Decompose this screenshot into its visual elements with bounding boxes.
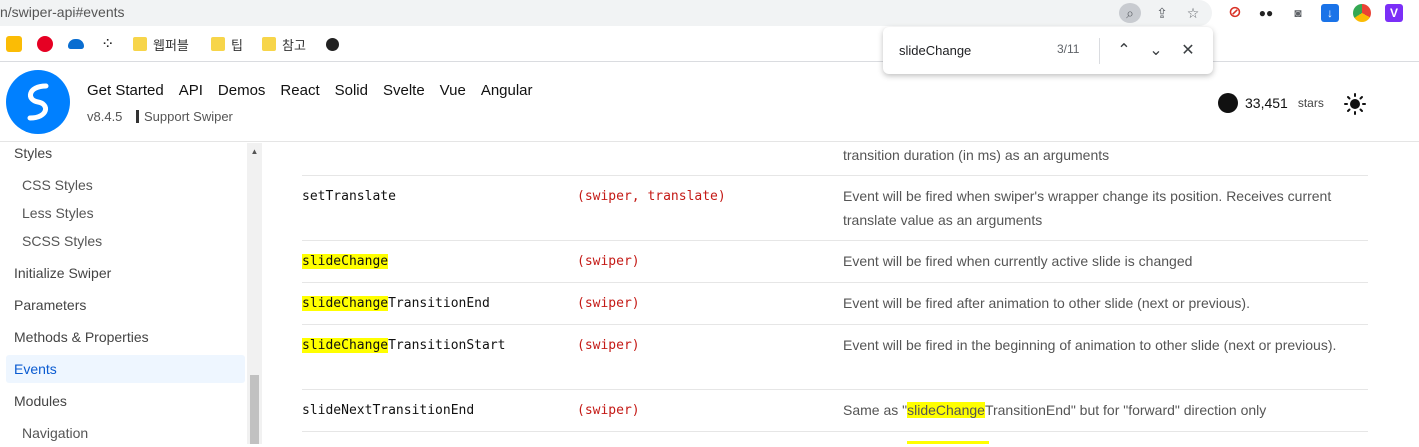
share-icon[interactable]: ⇪ bbox=[1151, 3, 1173, 23]
find-bar: 3/11 ⌃ ⌄ ✕ bbox=[883, 27, 1213, 74]
event-args: (swiper) bbox=[577, 403, 640, 418]
block-extension-icon[interactable]: ⊘ bbox=[1226, 4, 1244, 22]
chevron-up-icon: ⌃ bbox=[1117, 42, 1131, 59]
event-name: slideChangeTransitionStart bbox=[302, 338, 506, 353]
main-nav: Get Started API Demos React Solid Svelte… bbox=[87, 82, 533, 99]
search-highlight: slideChange bbox=[302, 296, 389, 311]
event-name: slideNextTransitionEnd bbox=[302, 403, 475, 418]
find-input[interactable] bbox=[899, 39, 1039, 61]
sidebar-item-styles[interactable]: Styles bbox=[6, 139, 245, 167]
event-description: Same as "slideChangeTransitionEnd" but f… bbox=[843, 402, 1267, 418]
event-args: (swiper, translate) bbox=[577, 189, 726, 204]
nav-vue[interactable]: Vue bbox=[440, 82, 466, 99]
event-name: setTranslate bbox=[302, 189, 396, 204]
theme-toggle-sun-icon[interactable] bbox=[1344, 93, 1366, 115]
event-name: slideChangeTransitionEnd bbox=[302, 296, 490, 311]
event-description: Event will be fired when swiper's wrappe… bbox=[843, 188, 1332, 228]
camera-extension-icon[interactable]: ◙ bbox=[1289, 4, 1307, 22]
folder-icon bbox=[133, 37, 147, 51]
browser-toolbar: n/swiper-api#events ⌕ ⇪ ☆ ⊘ ●● ◙ ↓ V bbox=[0, 0, 1419, 26]
bookmark-folder-1[interactable]: 웹퍼블 bbox=[133, 35, 189, 53]
find-in-page-icon[interactable]: ⌕ bbox=[1119, 3, 1141, 23]
site-header: Get Started API Demos React Solid Svelte… bbox=[0, 62, 1419, 142]
bookmark-pinterest[interactable] bbox=[37, 35, 59, 53]
folder-icon bbox=[211, 37, 225, 51]
find-close-button[interactable]: ✕ bbox=[1176, 39, 1200, 63]
close-icon: ✕ bbox=[1181, 42, 1195, 59]
search-highlight: slideChange bbox=[302, 338, 389, 353]
event-args: (swiper) bbox=[577, 338, 640, 353]
chrome-extension-icon[interactable] bbox=[1353, 4, 1371, 22]
event-description: Event will be fired after animation to o… bbox=[843, 295, 1250, 311]
sidebar-item-parameters[interactable]: Parameters bbox=[6, 291, 245, 319]
bookmark-globe[interactable] bbox=[326, 35, 345, 53]
bookmark-star-icon[interactable]: ☆ bbox=[1182, 3, 1204, 23]
sidebar-item-events[interactable]: Events bbox=[6, 355, 245, 383]
folder-icon bbox=[262, 37, 276, 51]
nav-demos[interactable]: Demos bbox=[218, 82, 266, 99]
sidebar-item-navigation[interactable]: Navigation bbox=[6, 419, 245, 447]
patreon-icon bbox=[136, 110, 139, 123]
dots-icon: ⁘ bbox=[101, 36, 115, 53]
bookmark-dots[interactable]: ⁘ bbox=[101, 35, 114, 53]
support-link[interactable]: Support Swiper bbox=[136, 109, 233, 124]
event-description: Event will be fired when currently activ… bbox=[843, 253, 1193, 269]
find-divider bbox=[1099, 38, 1100, 64]
sidebar-item-scss-styles[interactable]: SCSS Styles bbox=[6, 227, 245, 255]
swiper-logo-icon bbox=[27, 83, 49, 121]
mask-extension-icon[interactable]: ●● bbox=[1257, 4, 1275, 22]
table-row: transition duration (in ms) as an argume… bbox=[302, 143, 1368, 176]
table-row bbox=[302, 432, 1368, 444]
find-prev-button[interactable]: ⌃ bbox=[1112, 39, 1136, 63]
github-stars-label: stars bbox=[1297, 96, 1324, 110]
find-match-count: 3/11 bbox=[1057, 42, 1080, 56]
url-text[interactable]: n/swiper-api#events bbox=[0, 4, 125, 20]
event-description: Event will be fired in the beginning of … bbox=[843, 337, 1337, 353]
table-row: setTranslate (swiper, translate) Event w… bbox=[302, 176, 1368, 241]
bookmark-keep[interactable] bbox=[6, 35, 28, 53]
chevron-down-icon: ⌄ bbox=[1149, 42, 1163, 59]
nav-get-started[interactable]: Get Started bbox=[87, 82, 164, 99]
github-link[interactable]: 33,451 stars bbox=[1218, 93, 1324, 113]
sidebar-item-initialize-swiper[interactable]: Initialize Swiper bbox=[6, 259, 245, 287]
github-icon bbox=[1218, 93, 1238, 113]
bookmark-folder-2[interactable]: 팁 bbox=[211, 35, 243, 53]
swiper-logo[interactable] bbox=[6, 70, 70, 134]
table-row: slideChangeTransitionEnd (swiper) Event … bbox=[302, 283, 1368, 325]
address-bar[interactable] bbox=[0, 0, 1212, 26]
event-args: (swiper) bbox=[577, 296, 640, 311]
event-name: slideChange bbox=[302, 254, 389, 269]
table-row: slideChangeTransitionStart (swiper) Even… bbox=[302, 325, 1368, 390]
sidebar: Styles CSS Styles Less Styles SCSS Style… bbox=[0, 143, 262, 444]
sidebar-item-css-styles[interactable]: CSS Styles bbox=[6, 171, 245, 199]
download-extension-icon[interactable]: ↓ bbox=[1321, 4, 1339, 22]
sidebar-item-modules[interactable]: Modules bbox=[6, 387, 245, 415]
search-highlight: slideChange bbox=[907, 402, 985, 418]
event-description: transition duration (in ms) as an argume… bbox=[843, 147, 1110, 163]
sidebar-scroll-thumb[interactable] bbox=[250, 375, 259, 444]
table-row: slideNextTransitionEnd (swiper) Same as … bbox=[302, 390, 1368, 432]
event-args: (swiper) bbox=[577, 254, 640, 269]
nav-react[interactable]: React bbox=[280, 82, 319, 99]
keep-icon bbox=[6, 36, 22, 52]
sidebar-item-methods-properties[interactable]: Methods & Properties bbox=[6, 323, 245, 351]
bookmark-onedrive[interactable] bbox=[68, 35, 90, 53]
cloud-icon bbox=[68, 39, 84, 49]
github-count: 33,451 bbox=[1245, 95, 1288, 111]
events-table: transition duration (in ms) as an argume… bbox=[263, 143, 1419, 444]
nav-angular[interactable]: Angular bbox=[481, 82, 533, 99]
table-row: slideChange (swiper) Event will be fired… bbox=[302, 241, 1368, 283]
sidebar-item-less-styles[interactable]: Less Styles bbox=[6, 199, 245, 227]
globe-icon bbox=[326, 37, 339, 51]
version-label: v8.4.5 bbox=[87, 109, 123, 124]
search-highlight: slideChange bbox=[302, 254, 389, 269]
scroll-up-arrow-icon[interactable]: ▲ bbox=[247, 147, 262, 159]
pinterest-icon bbox=[37, 36, 53, 52]
nav-solid[interactable]: Solid bbox=[335, 82, 368, 99]
nav-api[interactable]: API bbox=[179, 82, 203, 99]
v-extension-icon[interactable]: V bbox=[1385, 4, 1403, 22]
bookmark-folder-3[interactable]: 참고 bbox=[262, 35, 306, 53]
nav-svelte[interactable]: Svelte bbox=[383, 82, 425, 99]
find-next-button[interactable]: ⌄ bbox=[1144, 39, 1168, 63]
